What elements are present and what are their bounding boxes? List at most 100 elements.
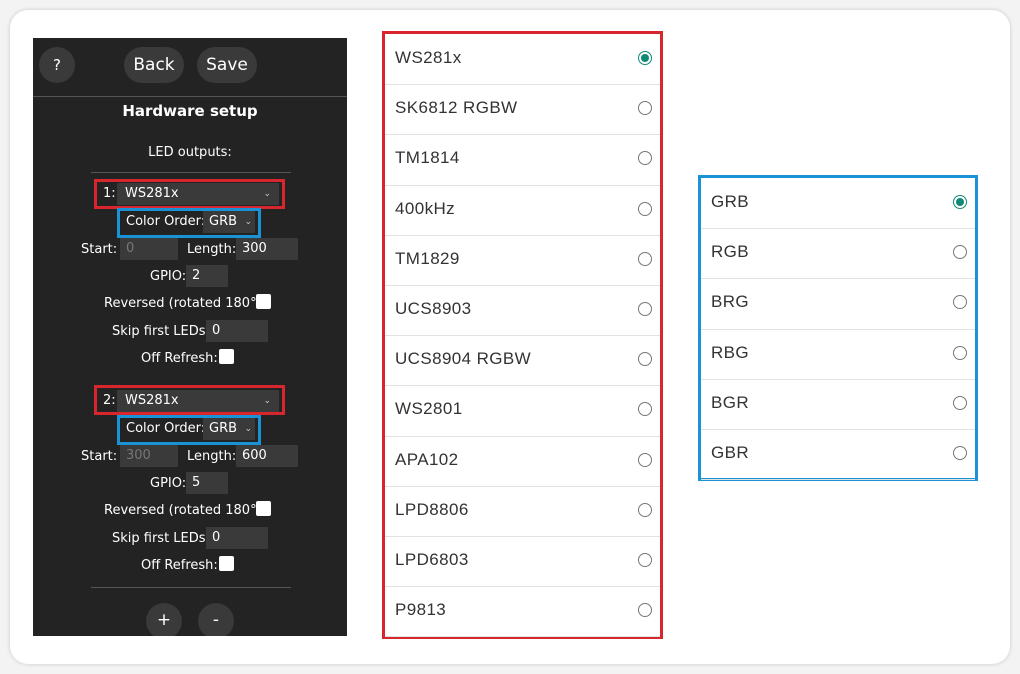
length-input-2[interactable]: 600 [236,445,298,467]
led-type-option-row[interactable]: UCS8903 [385,285,660,337]
radio-selected-icon[interactable] [638,51,652,66]
color-order-option-row[interactable]: GBR [701,429,975,481]
off-refresh-label-2: Off Refresh: [141,558,218,573]
color-order-option-row[interactable]: BRG [701,278,975,330]
back-button[interactable]: Back [124,47,184,83]
led-type-value-2: WS281x [125,393,179,408]
color-order-label-1: Color Order: [126,214,206,229]
gpio-label-1: GPIO: [150,269,187,284]
radio-unselected-icon[interactable] [638,251,652,266]
color-order-option-row[interactable]: BGR [701,379,975,430]
length-label-2: Length: [187,449,237,464]
length-label-1: Length: [187,242,237,257]
off-refresh-checkbox-2[interactable] [219,556,234,571]
led-type-options-list: WS281x SK6812 RGBW TM1814 400kHz TM1829 UCS89… [382,31,663,639]
led-type-option-row[interactable]: APA102 [385,436,660,487]
start-input-1[interactable]: 0 [120,238,178,260]
radio-unselected-icon[interactable] [638,201,652,216]
reversed-label-1: Reversed (rotated 180°): [104,296,267,311]
radio-unselected-icon[interactable] [638,553,652,568]
led-type-option-label: P9813 [395,600,447,620]
radio-unselected-icon[interactable] [953,345,967,360]
color-order-label-2: Color Order: [126,421,206,436]
color-order-option-label: BGR [711,392,750,412]
led-type-option-label: TM1814 [395,148,460,168]
color-order-option-row[interactable]: GRB [701,178,975,230]
led-type-option-label: 400kHz [395,198,456,218]
hardware-setup-panel: ? Back Save Hardware setup LED outputs: … [33,38,347,636]
divider [91,172,291,173]
radio-unselected-icon[interactable] [638,502,652,517]
page-title: Hardware setup [122,102,258,120]
skip-input-2[interactable]: 0 [206,527,268,549]
output-index-1: 1: [103,186,116,201]
gpio-label-2: GPIO: [150,476,187,491]
color-order-select-1[interactable]: GRB ⌄ [203,211,255,233]
led-type-option-row[interactable]: 400kHz [385,185,660,236]
radio-unselected-icon[interactable] [953,395,967,410]
led-type-option-label: WS2801 [395,399,463,419]
remove-output-button[interactable]: - [198,603,234,636]
color-order-option-row[interactable]: RGB [701,228,975,280]
led-type-option-row[interactable]: WS281x [385,34,660,86]
color-order-option-label: RGB [711,242,750,262]
led-type-option-row[interactable]: UCS8904 RGBW [385,335,660,387]
led-type-option-row[interactable]: P9813 [385,586,660,638]
led-type-option-row[interactable]: TM1829 [385,235,660,286]
led-type-option-label: APA102 [395,449,459,469]
off-refresh-checkbox-1[interactable] [219,349,234,364]
color-order-option-label: RBG [711,342,750,362]
top-toolbar: ? Back Save [33,38,347,97]
led-type-option-label: LPD8806 [395,499,469,519]
led-type-option-row[interactable]: LPD8806 [385,486,660,537]
radio-unselected-icon[interactable] [638,402,652,417]
color-order-option-row[interactable]: RBG [701,329,975,380]
color-order-option-label: GBR [711,443,750,463]
radio-unselected-icon[interactable] [953,295,967,310]
gpio-input-1[interactable]: 2 [186,265,228,287]
chevron-down-icon: ⌄ [244,424,252,434]
save-button[interactable]: Save [197,47,257,83]
reversed-label-2: Reversed (rotated 180°): [104,503,267,518]
radio-unselected-icon[interactable] [638,101,652,116]
led-type-option-label: TM1829 [395,248,460,268]
color-order-value-2: GRB [209,421,238,436]
led-type-option-row[interactable]: WS2801 [385,385,660,437]
off-refresh-label-1: Off Refresh: [141,351,218,366]
length-input-1[interactable]: 300 [236,238,298,260]
radio-unselected-icon[interactable] [638,452,652,467]
start-label-1: Start: [81,242,118,257]
led-type-option-label: UCS8903 [395,299,472,319]
color-order-option-label: BRG [711,292,750,312]
reversed-checkbox-2[interactable] [256,501,271,516]
color-order-options-list: GRB RGB BRG RBG BGR GBR [698,175,978,481]
led-type-value-1: WS281x [125,186,179,201]
reversed-checkbox-1[interactable] [256,294,271,309]
gpio-input-2[interactable]: 5 [186,472,228,494]
skip-label-1: Skip first LEDs: [112,324,210,339]
led-type-option-row[interactable]: LPD6803 [385,536,660,588]
radio-unselected-icon[interactable] [953,446,967,461]
color-order-select-2[interactable]: GRB ⌄ [203,418,255,440]
start-input-2[interactable]: 300 [120,445,178,467]
add-output-button[interactable]: + [146,603,182,636]
led-type-select-2[interactable]: WS281x ⌄ [117,390,279,412]
radio-unselected-icon[interactable] [638,603,652,618]
led-type-option-label: LPD6803 [395,550,469,570]
chevron-down-icon: ⌄ [263,189,271,199]
radio-unselected-icon[interactable] [953,245,967,260]
help-button[interactable]: ? [39,47,75,83]
radio-selected-icon[interactable] [953,195,967,210]
led-type-option-row[interactable]: TM1814 [385,134,660,186]
radio-unselected-icon[interactable] [638,302,652,317]
led-outputs-label: LED outputs: [148,145,232,160]
skip-label-2: Skip first LEDs: [112,531,210,546]
radio-unselected-icon[interactable] [638,352,652,367]
led-type-option-label: WS281x [395,48,462,68]
led-type-select-1[interactable]: WS281x ⌄ [117,183,279,205]
skip-input-1[interactable]: 0 [206,320,268,342]
output-index-2: 2: [103,393,116,408]
led-type-option-row[interactable]: SK6812 RGBW [385,84,660,136]
divider [91,587,291,588]
radio-unselected-icon[interactable] [638,151,652,166]
